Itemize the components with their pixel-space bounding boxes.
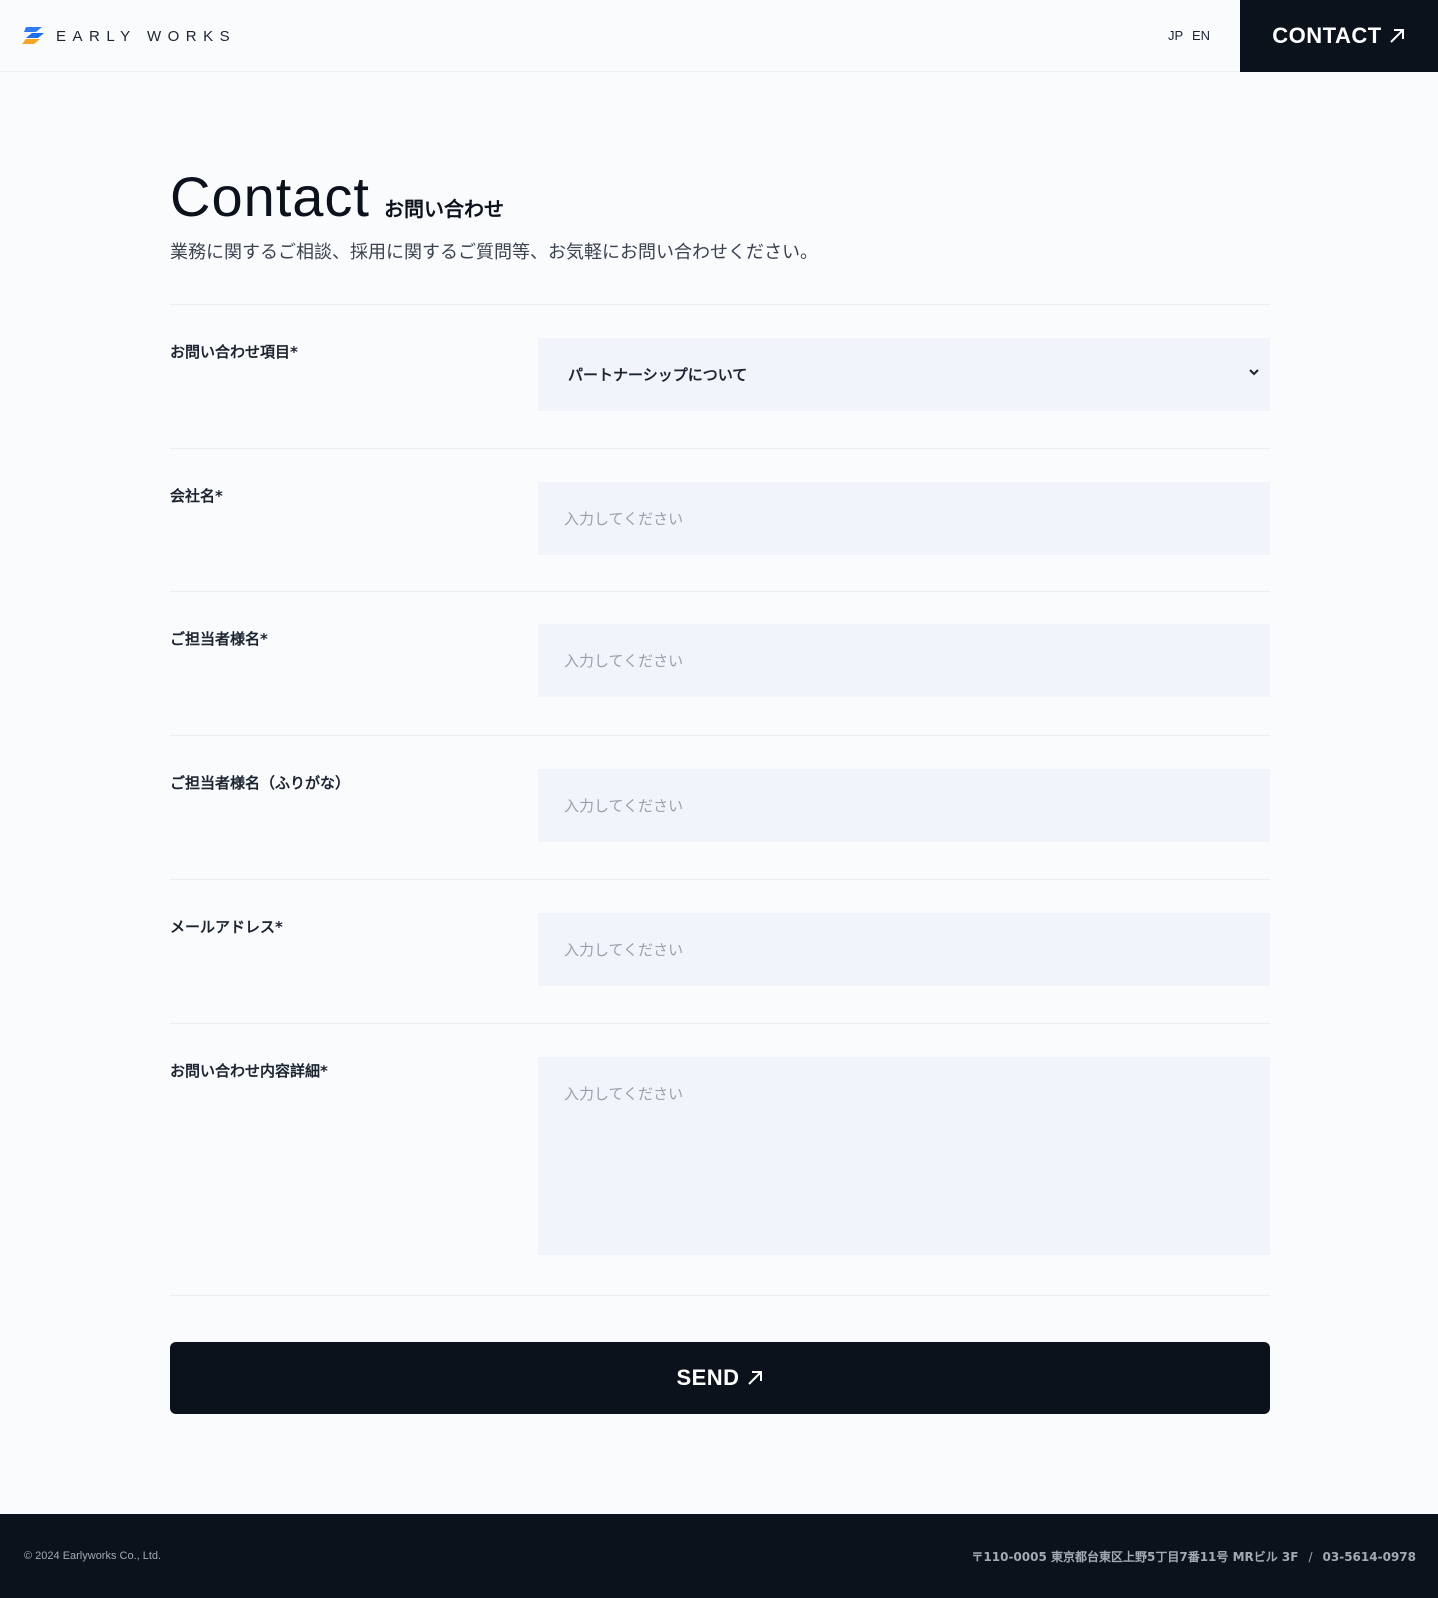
logo-text: EARLY WORKS [56, 27, 237, 45]
address-text: 〒110-0005 東京都台東区上野5丁目7番11号 MRビル 3F [971, 1550, 1299, 1564]
form-row-email: メールアドレス* [170, 879, 1270, 1023]
send-button[interactable]: SEND [170, 1342, 1270, 1414]
page-subtitle: お問い合わせ [384, 197, 504, 221]
early-works-logo-icon [22, 27, 44, 44]
header-contact-label: CONTACT [1272, 23, 1382, 48]
form-divider [170, 1295, 1270, 1296]
inquiry-type-select[interactable]: パートナーシップについて [538, 338, 1270, 411]
site-header: EARLY WORKS JP EN CONTACT [0, 0, 1438, 72]
copyright-text: © 2024 Earlyworks Co., Ltd. [24, 1550, 162, 1562]
email-input[interactable] [538, 913, 1270, 986]
header-contact-button[interactable]: CONTACT [1240, 0, 1438, 72]
page-title: Contact [170, 165, 370, 228]
page-lead: 業務に関するご相談、採用に関するご質問等、お気軽にお問い合わせください。 [170, 242, 818, 263]
lang-jp-link[interactable]: JP [1168, 28, 1183, 43]
phone-text: 03-5614-0978 [1322, 1550, 1416, 1564]
page-heading: Contact お問い合わせ [170, 164, 504, 229]
chevron-down-icon [1249, 369, 1259, 376]
company-label: 会社名* [170, 487, 223, 505]
name-input[interactable] [538, 624, 1270, 697]
form-row-company: 会社名* [170, 448, 1270, 591]
details-label: お問い合わせ内容詳細* [170, 1062, 328, 1080]
company-address-line: 〒110-0005 東京都台東区上野5丁目7番11号 MRビル 3F / 03-56… [971, 1548, 1416, 1565]
name-label: ご担当者様名* [170, 630, 268, 648]
arrow-up-right-icon [747, 1371, 762, 1385]
name-kana-label: ご担当者様名（ふりがな） [170, 774, 351, 792]
send-label: SEND [676, 1365, 740, 1390]
address-separator: / [1308, 1550, 1313, 1564]
name-kana-input[interactable] [538, 769, 1270, 842]
arrow-up-right-icon [1389, 29, 1404, 43]
inquiry-type-value: パートナーシップについて [568, 366, 748, 384]
lang-en-link[interactable]: EN [1192, 28, 1210, 43]
logo[interactable]: EARLY WORKS [22, 22, 236, 50]
company-input[interactable] [538, 482, 1270, 555]
form-row-name-kana: ご担当者様名（ふりがな） [170, 735, 1270, 879]
site-footer: © 2024 Earlyworks Co., Ltd. 〒110-0005 東京… [0, 1514, 1438, 1598]
details-textarea[interactable] [538, 1057, 1270, 1255]
form-row-details: お問い合わせ内容詳細* [170, 1023, 1270, 1295]
form-row-name: ご担当者様名* [170, 591, 1270, 735]
form-row-inquiry-type: お問い合わせ項目* パートナーシップについて [170, 304, 1270, 448]
inquiry-type-label: お問い合わせ項目* [170, 343, 298, 361]
email-label: メールアドレス* [170, 918, 283, 936]
